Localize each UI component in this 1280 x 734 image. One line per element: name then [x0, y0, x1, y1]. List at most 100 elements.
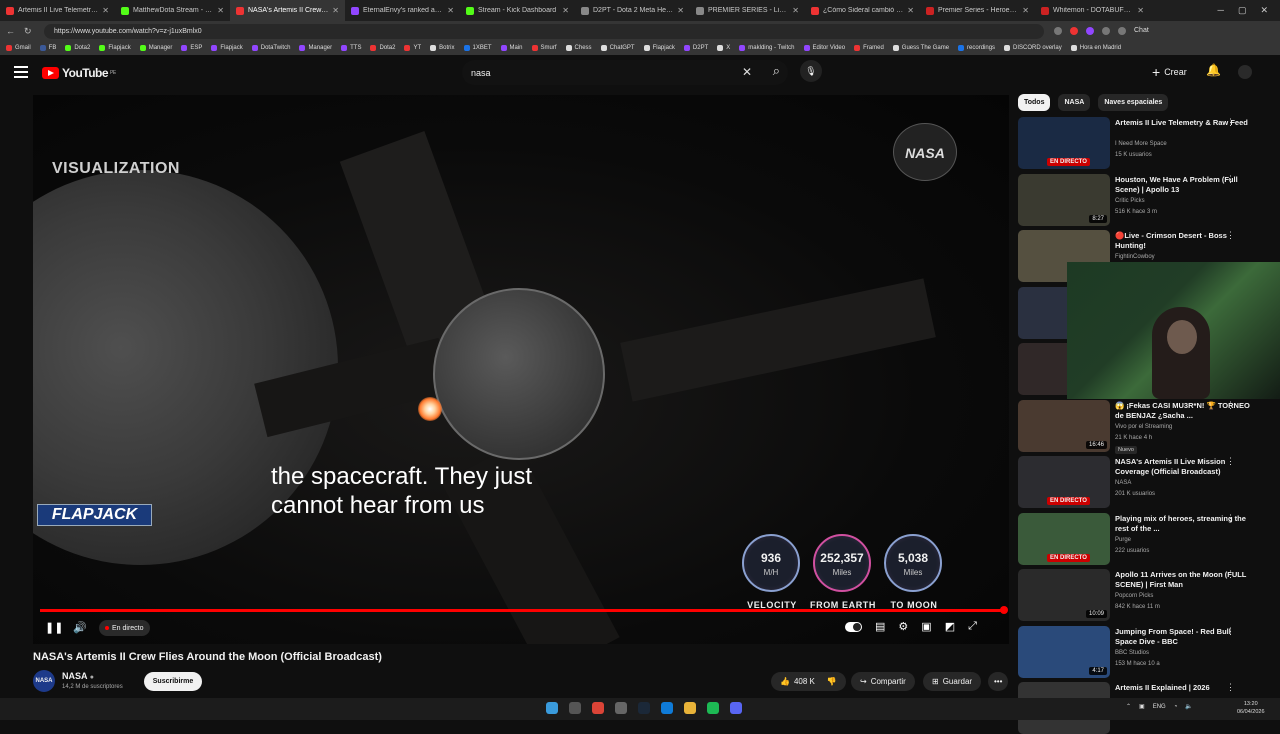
extension-icon[interactable] [1070, 27, 1078, 35]
subtitles-icon[interactable]: ▤ [875, 620, 885, 633]
bookmark-item[interactable]: Smurf [531, 45, 557, 51]
bookmark-item[interactable]: DISCORD overlay [1004, 45, 1062, 51]
like-button[interactable]: 👍 408 K 👎 [771, 672, 846, 691]
bookmark-item[interactable]: maklding - Twitch [739, 45, 795, 51]
tab-close-icon[interactable]: ✕ [447, 6, 454, 15]
bookmark-item[interactable]: Flapjack [643, 45, 675, 51]
thumbs-down-icon[interactable]: 👎 [827, 677, 837, 686]
browser-tab[interactable]: EternalEnvy's ranked adventure ✕ [345, 0, 460, 21]
pause-icon[interactable]: ❚❚ [45, 618, 63, 636]
notifications-icon[interactable]: 🔔 [1206, 63, 1221, 77]
back-icon[interactable]: ← [6, 26, 15, 37]
edge-icon[interactable] [661, 702, 673, 714]
subscribe-button[interactable]: Suscribirme [144, 672, 202, 691]
tab-close-icon[interactable]: ✕ [102, 6, 109, 15]
bookmark-item[interactable]: Hora en Madrid [1070, 45, 1121, 51]
browser-tab[interactable]: Artemis II Live Telemetry & Raw ✕ [0, 0, 115, 21]
windows-start-icon[interactable] [546, 702, 558, 714]
chip-nasa[interactable]: NASA [1058, 94, 1091, 111]
chrome-icon[interactable] [592, 702, 604, 714]
bookmark-item[interactable]: ChatGPT [600, 45, 635, 51]
recommended-video[interactable]: 8:27 Houston, We Have A Problem (Full Sce… [1018, 173, 1273, 226]
language-indicator[interactable]: ENG [1153, 704, 1166, 710]
bookmark-item[interactable]: Gmail [6, 45, 31, 51]
search-icon[interactable]: ⌕ [773, 63, 780, 79]
recommended-video[interactable]: EN DIRECTO NASA's Artemis II Live Mission… [1018, 456, 1273, 508]
system-clock[interactable]: 13:20 06/04/2026 [1237, 700, 1265, 716]
bookmark-item[interactable]: D2PT [683, 45, 708, 51]
recommended-video[interactable]: 16:46 😱 ¡Fekas CASI MU3R*N! 🏆 TORNEO de B… [1018, 399, 1273, 454]
browser-tab[interactable]: MatthewDota Stream - Watch Li ✕ [115, 0, 230, 21]
bookmark-item[interactable]: recordings [958, 45, 995, 51]
recommended-channel[interactable]: Vivo por el Streaming [1115, 424, 1172, 430]
recommended-channel[interactable]: Popcorn Picks [1115, 593, 1153, 599]
bookmark-item[interactable]: Flapjack [99, 45, 131, 51]
browser-tab[interactable]: ¿Cómo Sideral cambió el humo ✕ [805, 0, 920, 21]
chip-spacecraft[interactable]: Naves espaciales [1098, 94, 1169, 111]
more-options-icon[interactable]: ⋮ [1226, 626, 1236, 637]
bookmark-item[interactable]: Dota2 [370, 45, 395, 51]
recommended-channel[interactable]: NASA [1115, 480, 1131, 486]
fullscreen-icon[interactable]: ⤢ [968, 620, 977, 633]
video-thumbnail[interactable]: EN DIRECTO [1018, 456, 1110, 508]
extension-icon[interactable] [1054, 27, 1062, 35]
chip-all[interactable]: Todos [1018, 94, 1051, 111]
tab-close-icon[interactable]: ✕ [217, 6, 224, 15]
search-icon[interactable] [569, 702, 581, 714]
url-field[interactable]: https://www.youtube.com/watch?v=z-j1uxBm… [44, 23, 1044, 39]
bookmark-item[interactable]: TTS [341, 45, 361, 51]
window-controls[interactable]: ─ ▢ ✕ [1218, 5, 1280, 16]
more-options-icon[interactable]: ⋮ [1226, 569, 1236, 580]
tab-close-icon[interactable]: ✕ [677, 6, 684, 15]
settings-icon[interactable]: ⚙ [898, 620, 908, 633]
create-button[interactable]: + Crear [1152, 64, 1187, 80]
tab-close-icon[interactable]: ✕ [907, 6, 914, 15]
tray-icon[interactable]: ▣ [1139, 703, 1145, 710]
more-options-icon[interactable]: ⋮ [1226, 117, 1236, 128]
folder-icon[interactable] [684, 702, 696, 714]
tab-close-icon[interactable]: ✕ [792, 6, 799, 15]
more-options-icon[interactable]: ⋮ [1226, 682, 1236, 693]
channel-name[interactable]: NASA ● [62, 671, 94, 681]
save-button[interactable]: ⊞ Guardar [923, 672, 982, 691]
browser-tab[interactable]: NASA's Artemis II Crew Flies ✕ [230, 0, 345, 21]
bookmark-item[interactable]: Framed [854, 45, 884, 51]
volume-icon[interactable]: 🔊 [73, 618, 87, 636]
bookmark-item[interactable]: YT [404, 45, 421, 51]
extension-icon[interactable] [1102, 27, 1110, 35]
recommended-channel[interactable]: BBC Studios [1115, 650, 1149, 656]
bookmark-item[interactable]: Manager [139, 45, 172, 51]
cast-icon[interactable]: ◩ [945, 620, 955, 633]
video-player[interactable]: VISUALIZATION NASA the spacecraft. They … [33, 95, 1009, 644]
clear-search-icon[interactable]: ✕ [742, 65, 752, 79]
browser-tab[interactable]: Stream - Kick Dashboard ✕ [460, 0, 575, 21]
more-options-icon[interactable]: ⋮ [1226, 456, 1236, 467]
more-options-icon[interactable]: ⋮ [1226, 400, 1236, 411]
video-thumbnail[interactable]: EN DIRECTO [1018, 512, 1110, 565]
video-thumbnail[interactable]: 4:17 [1018, 625, 1110, 678]
discord-icon[interactable] [730, 702, 742, 714]
recommended-video[interactable]: 4:17 Jumping From Space! - Red Bull Space… [1018, 625, 1273, 678]
app-icon[interactable] [615, 702, 627, 714]
bookmark-item[interactable]: Chess [565, 45, 592, 51]
channel-avatar[interactable]: NASA [33, 670, 55, 692]
more-actions-button[interactable]: ••• [988, 672, 1009, 691]
more-options-icon[interactable]: ⋮ [1226, 230, 1236, 241]
recommended-video[interactable]: 10:09 Apollo 11 Arrives on the Moon (FULL… [1018, 569, 1273, 621]
browser-tab[interactable]: Whitemon - DOTABUFF - Dota 2 ✕ [1035, 0, 1150, 21]
close-icon[interactable]: ✕ [1260, 5, 1268, 16]
bookmark-item[interactable]: Botrix [430, 45, 455, 51]
bookmark-item[interactable]: Editor Video [803, 45, 845, 51]
recommended-channel[interactable]: Critic Picks [1115, 198, 1145, 204]
tab-close-icon[interactable]: ✕ [1137, 6, 1144, 15]
scrubber-handle[interactable] [1000, 606, 1008, 614]
progress-bar[interactable] [40, 609, 1002, 612]
recommended-channel[interactable]: Purge [1115, 537, 1131, 543]
recommended-video[interactable]: EN DIRECTO Playing mix of heroes, streami… [1018, 512, 1273, 565]
autoplay-toggle[interactable] [845, 622, 862, 632]
video-thumbnail[interactable]: 10:09 [1018, 569, 1110, 621]
bookmark-item[interactable]: Dota2 [65, 45, 90, 51]
browser-tab[interactable]: D2PT - Dota 2 Meta Heroes 7.4 ✕ [575, 0, 690, 21]
bookmark-item[interactable]: Guess The Game [892, 45, 949, 51]
bookmark-item[interactable]: DotaTwitch [251, 45, 290, 51]
